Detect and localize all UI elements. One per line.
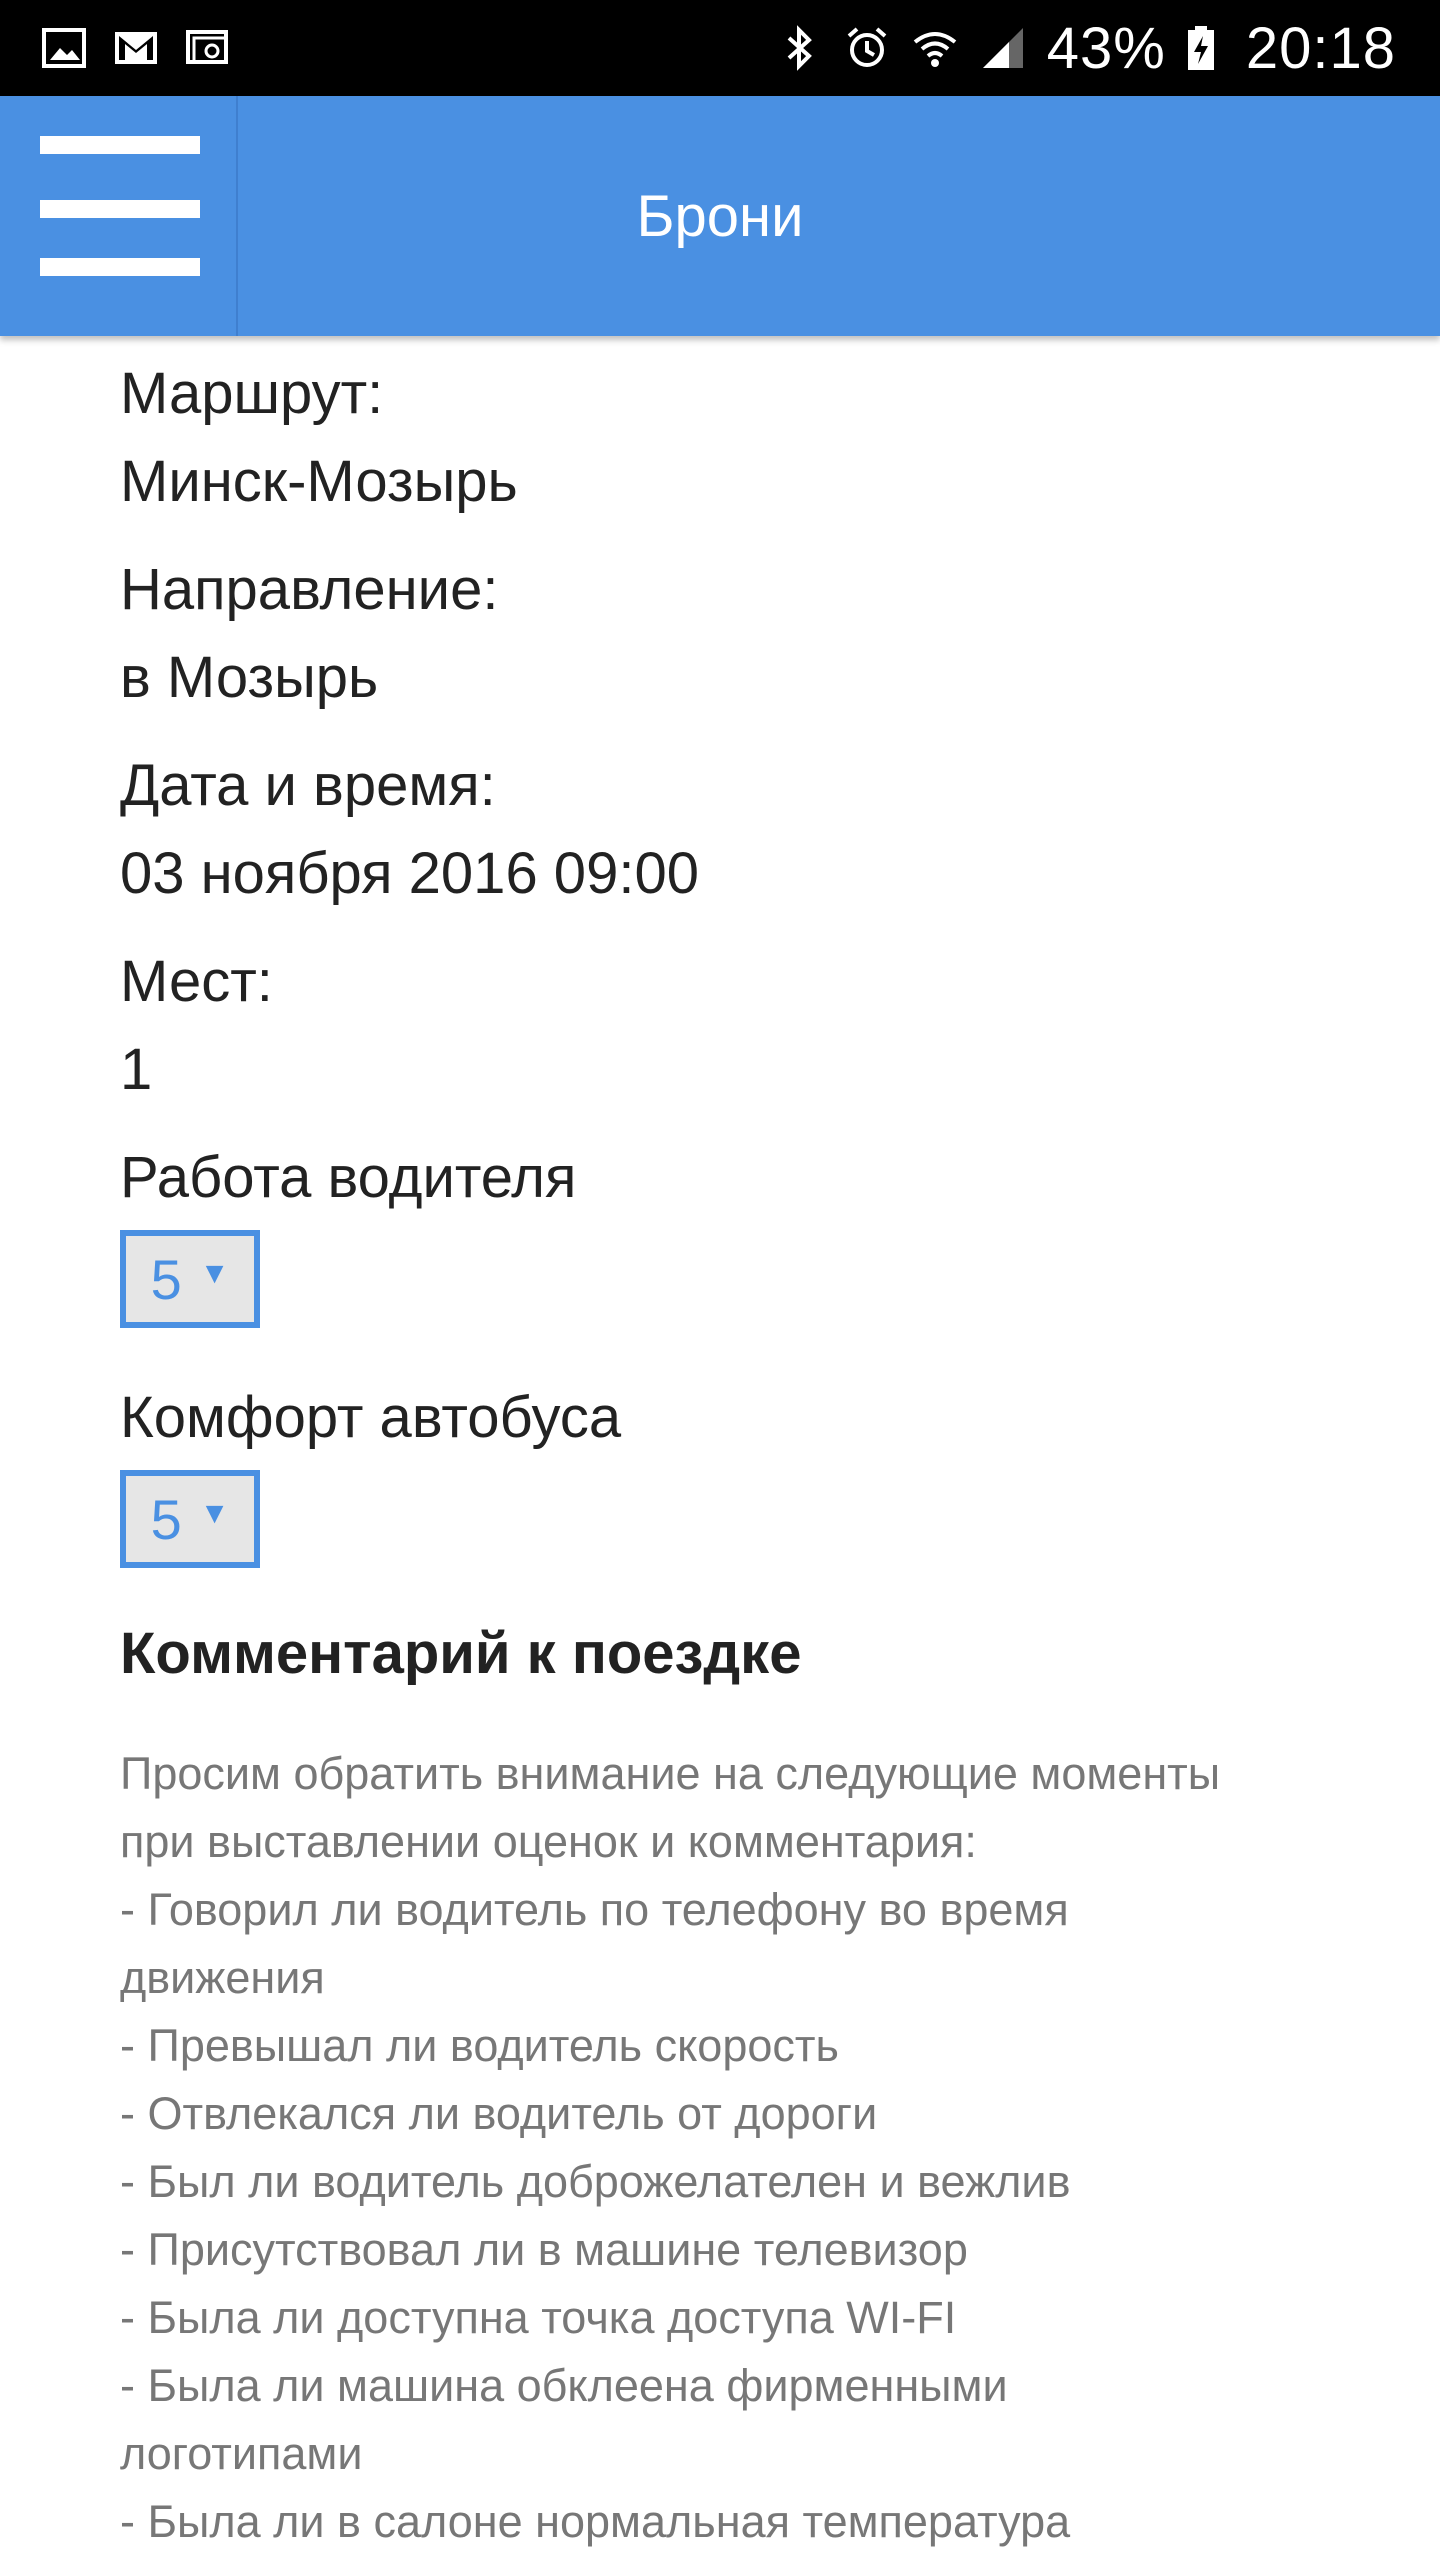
status-bar: 43% 20:18 [0,0,1440,96]
image-icon [40,24,88,72]
alarm-icon [843,24,891,72]
driver-rating-value: 5 [150,1247,182,1311]
comment-hint-line: движения [120,1952,325,2003]
comment-hint-line: при выставлении оценок и комментария: [120,1816,977,1867]
battery-charging-icon [1186,24,1216,72]
seats-label: Мест: [120,949,273,1014]
dropdown-arrow-icon: ▼ [199,1257,230,1290]
menu-button[interactable] [0,96,238,336]
datetime-value: 03 ноября 2016 09:00 [120,841,699,906]
comment-title: Комментарий к поездке [120,1621,802,1686]
comfort-rating-select[interactable]: 5 ▼ [120,1470,260,1568]
seats-block: Мест: 1 [120,938,1360,1114]
comment-hint-line: логотипами [120,2428,363,2479]
seats-value: 1 [120,1037,153,1102]
page-title: Брони [636,183,804,249]
comment-hint-line: - Была ли машина обклеена фирменными [120,2360,1008,2411]
comment-hint-line: Просим обратить внимание на следующие мо… [120,1748,1221,1799]
comfort-rating-value: 5 [150,1487,182,1551]
route-label: Маршрут: [120,361,384,426]
comment-hint-line: - Была ли в салоне нормальная температур… [120,2496,1071,2547]
driver-rating-select[interactable]: 5 ▼ [120,1230,260,1328]
comment-hint-line: - Был ли водитель доброжелателен и вежли… [120,2156,1071,2207]
status-left-icons [40,22,232,74]
comment-hint-line: - Говорил ли водитель по телефону во вре… [120,1884,1069,1935]
wifi-icon [911,24,959,72]
signal-icon [979,24,1027,72]
bluetooth-icon [775,24,823,72]
comment-hint-line: - Была ли доступна точка доступа WI-FI [120,2292,957,2343]
route-block: Маршрут: Минск-Мозырь [120,350,1360,526]
dropdown-arrow-icon: ▼ [199,1497,230,1530]
comment-hint-line: - Превышал ли водитель скорость [120,2020,839,2071]
status-right-icons: 43% 20:18 [775,0,1396,96]
app-bar: Брони [0,96,1440,336]
datetime-label: Дата и время: [120,753,496,818]
comment-hint-line: - Отвлекался ли водитель от дороги [120,2088,878,2139]
comment-hint: Просим обратить внимание на следующие мо… [120,1740,1360,2556]
cast-icon [184,24,232,72]
driver-rating-label: Работа водителя [120,1145,577,1210]
datetime-block: Дата и время: 03 ноября 2016 09:00 [120,742,1360,918]
comfort-rating-label: Комфорт автобуса [120,1385,622,1450]
direction-value: в Мозырь [120,645,379,710]
direction-label: Направление: [120,557,499,622]
route-value: Минск-Мозырь [120,449,518,514]
booking-details: Маршрут: Минск-Мозырь Направление: в Моз… [120,350,1360,2556]
gmail-icon [112,24,160,72]
clock: 20:18 [1245,15,1396,81]
direction-block: Направление: в Мозырь [120,546,1360,722]
battery-percent: 43% [1046,15,1166,81]
comment-hint-line: - Присутствовал ли в машине телевизор [120,2224,968,2275]
